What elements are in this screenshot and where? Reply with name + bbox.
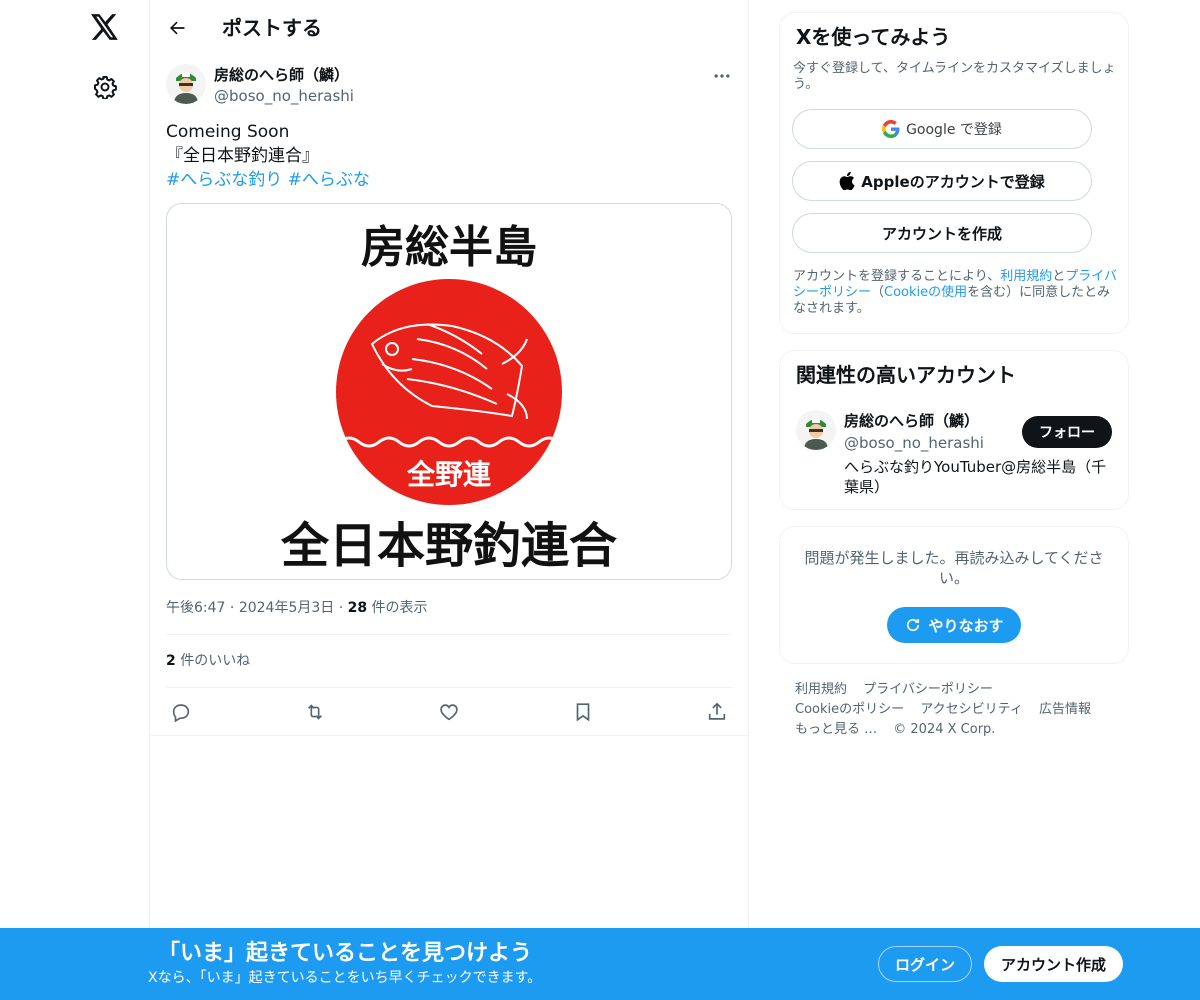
more-icon[interactable] bbox=[708, 62, 736, 90]
likes-count-row[interactable]: 2 件のいいね bbox=[166, 651, 250, 671]
divider bbox=[166, 687, 732, 688]
avatar[interactable] bbox=[796, 410, 836, 450]
error-card bbox=[779, 526, 1129, 664]
divider bbox=[166, 634, 732, 635]
retry-button[interactable]: やりなおす bbox=[887, 607, 1021, 643]
likes-count: 2 bbox=[166, 653, 176, 669]
author-name[interactable]: 房総のへら師（鱗） bbox=[214, 65, 349, 85]
views-label: 件の表示 bbox=[367, 600, 428, 616]
repost-icon[interactable] bbox=[300, 698, 330, 726]
hashtag-link[interactable]: #へらぶな釣り bbox=[166, 170, 282, 190]
post-date[interactable]: 2024年5月3日 bbox=[239, 600, 334, 616]
related-accounts-title: 関連性の高いアカウント bbox=[796, 363, 1016, 387]
like-icon[interactable] bbox=[434, 698, 464, 726]
error-message: 問題が発生しました。再読み込みしてください。 bbox=[804, 549, 1104, 587]
back-arrow-icon[interactable] bbox=[163, 14, 191, 42]
footer-link[interactable]: Cookieのポリシー bbox=[795, 700, 904, 720]
share-icon[interactable] bbox=[702, 698, 732, 726]
post-text: Comeing Soon 『全日本野釣連合』 #へらぶな釣り #へらぶな bbox=[166, 120, 370, 192]
footer-link[interactable]: アクセシビリティ bbox=[920, 700, 1023, 720]
post-text-line: Comeing Soon bbox=[166, 122, 290, 142]
related-account-bio: へらぶな釣りYouTuber@房総半島（千葉県） bbox=[844, 458, 1107, 496]
footer-link[interactable]: 利用規約 bbox=[795, 680, 847, 700]
cookie-link[interactable]: Cookieの使用 bbox=[884, 285, 967, 300]
refresh-icon bbox=[904, 616, 922, 634]
terms-link[interactable]: 利用規約 bbox=[1000, 269, 1052, 284]
create-account-button[interactable]: アカウントを作成 bbox=[792, 213, 1092, 253]
likes-label: 件のいいね bbox=[175, 653, 251, 669]
views-count: 28 bbox=[347, 600, 368, 616]
post-meta: 午後6:47 · 2024年5月3日 · 28 件の表示 bbox=[166, 600, 428, 616]
footer-link[interactable]: 広告情報 bbox=[1039, 700, 1091, 720]
copyright: © 2024 X Corp. bbox=[893, 722, 996, 737]
divider bbox=[150, 735, 748, 736]
google-signup-label: Google で登録 bbox=[906, 122, 1002, 138]
post-image[interactable]: 房総半島 全野連 全日本野釣連合 bbox=[166, 203, 732, 580]
signup-subtitle: 今すぐ登録して、タイムラインをカスタマイズしましょう。 bbox=[793, 61, 1116, 92]
footer-links: 利用規約 プライバシーポリシー Cookieのポリシー アクセシビリティ 広告情… bbox=[795, 680, 1115, 740]
footer-link[interactable]: プライバシーポリシー bbox=[863, 680, 993, 700]
post-time[interactable]: 午後6:47 bbox=[166, 600, 225, 616]
apple-signup-button[interactable]: Appleのアカウントで登録 bbox=[792, 161, 1092, 201]
related-account-handle[interactable]: @boso_no_herashi bbox=[844, 433, 984, 453]
hashtags: #へらぶな釣り #へらぶな bbox=[166, 168, 370, 192]
signup-title: Xを使ってみよう bbox=[796, 25, 951, 49]
media-bottom-text: 全日本野釣連合 bbox=[280, 518, 617, 574]
avatar[interactable] bbox=[166, 64, 206, 104]
google-icon bbox=[882, 120, 900, 138]
media-badge-text: 全野連 bbox=[406, 458, 492, 491]
terms-text: アカウントを登録することにより、利用規約とプライバシーポリシー（Cookieの使… bbox=[793, 269, 1118, 316]
page-title: ポストする bbox=[222, 16, 322, 40]
apple-icon bbox=[839, 172, 855, 190]
banner-title: 「いま」起きていることを見つけよう bbox=[158, 941, 533, 966]
footer-more-link[interactable]: もっと見る … bbox=[795, 720, 877, 740]
x-logo-icon[interactable] bbox=[88, 10, 122, 44]
main-column-divider bbox=[748, 0, 749, 1000]
apple-signup-label: Appleのアカウントで登録 bbox=[861, 172, 1045, 191]
follow-button[interactable]: フォロー bbox=[1022, 416, 1112, 448]
login-button[interactable]: ログイン bbox=[878, 946, 972, 982]
author-handle[interactable]: @boso_no_herashi bbox=[214, 86, 354, 106]
related-account-name[interactable]: 房総のへら師（鱗） bbox=[844, 411, 979, 431]
reply-icon[interactable] bbox=[166, 698, 196, 726]
hashtag-link[interactable]: #へらぶな bbox=[288, 170, 370, 190]
signup-button[interactable]: アカウント作成 bbox=[984, 946, 1123, 982]
post-text-line: 『全日本野釣連合』 bbox=[166, 146, 319, 166]
banner-subtitle: Xなら、「いま」起きていることをいち早くチェックできます。 bbox=[148, 970, 542, 986]
gear-icon[interactable] bbox=[91, 73, 119, 101]
google-signup-button[interactable]: Google で登録 bbox=[792, 109, 1092, 149]
bookmark-icon[interactable] bbox=[568, 698, 598, 726]
retry-label: やりなおす bbox=[928, 616, 1004, 635]
left-rail-divider bbox=[149, 0, 150, 1000]
media-top-text: 房総半島 bbox=[361, 222, 537, 273]
